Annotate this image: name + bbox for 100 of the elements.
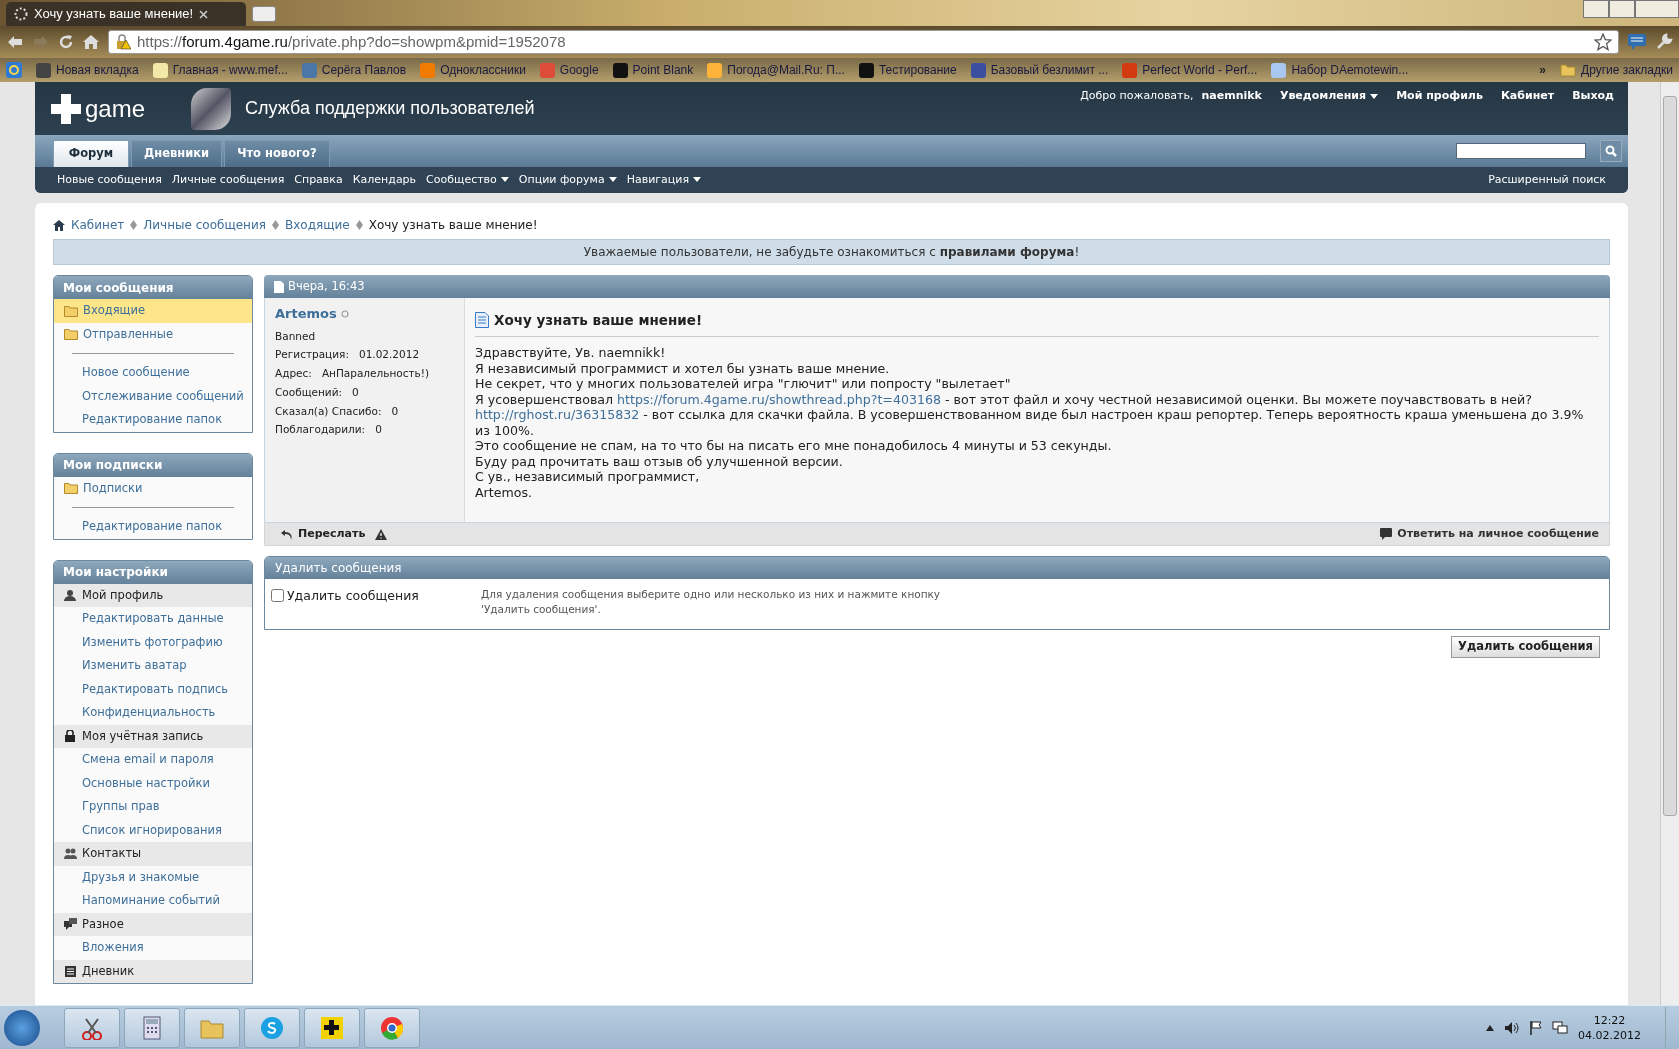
speaker-icon[interactable]: [1504, 1020, 1520, 1035]
sidebar-item[interactable]: Новое сообщение: [54, 361, 252, 385]
sidebar-section[interactable]: Контакты: [54, 842, 252, 866]
subnav-link[interactable]: Новые сообщения: [57, 171, 162, 189]
search-button[interactable]: [1600, 140, 1622, 162]
bookmark[interactable]: Серёга Павлов: [301, 61, 407, 79]
sidebar-item[interactable]: Редактировать данные: [54, 607, 252, 631]
logo-icon: [49, 91, 83, 126]
start-button[interactable]: [4, 1009, 40, 1046]
nav-tab[interactable]: Форум: [53, 140, 129, 167]
network-icon[interactable]: [1552, 1020, 1568, 1035]
clock-date: 04.02.2012: [1578, 1027, 1641, 1043]
subnav-link[interactable]: Сообщество: [426, 171, 509, 189]
sidebar-item[interactable]: Смена email и пароля: [54, 748, 252, 772]
bookmark[interactable]: Базовый безлимит ...: [970, 61, 1109, 79]
close-icon[interactable]: [199, 9, 209, 19]
subnav-link[interactable]: Навигация: [626, 171, 702, 189]
subnav-link[interactable]: Справка: [294, 171, 343, 189]
more-bookmarks-button[interactable]: »: [1539, 61, 1547, 79]
scroll-thumb[interactable]: [1663, 96, 1677, 816]
sidebar-item[interactable]: Подписки: [54, 476, 252, 500]
sidebar-item[interactable]: Отправленные: [54, 322, 252, 346]
sidebar-item[interactable]: Редактировать подпись: [54, 677, 252, 701]
search-field[interactable]: [1456, 143, 1586, 159]
warning-icon[interactable]: [375, 528, 388, 540]
favicon-icon: [707, 62, 723, 78]
flag-icon[interactable]: [1530, 1020, 1542, 1035]
header-link[interactable]: Выход: [1572, 88, 1614, 105]
sidebar-item[interactable]: Входящие: [54, 299, 252, 323]
bookmark[interactable]: Одноклассники: [420, 61, 526, 79]
maximize-button[interactable]: [1609, 0, 1635, 18]
breadcrumb-link[interactable]: Входящие: [284, 216, 350, 234]
delete-checkbox[interactable]: [271, 589, 284, 603]
message-link[interactable]: https://forum.4game.ru/showthread.php?t=403168: [617, 391, 941, 407]
reply-link[interactable]: Ответить на личное сообщение: [1380, 526, 1599, 543]
breadcrumb-link[interactable]: Личные сообщения: [143, 216, 266, 234]
sidebar-item[interactable]: Список игнорирования: [54, 818, 252, 842]
bookmark[interactable]: Погода@Mail.Ru: П...: [707, 61, 845, 79]
browser-tab[interactable]: Хочу узнать ваше мнение!: [6, 2, 246, 26]
logo-text: game: [85, 93, 146, 124]
sidebar-section[interactable]: Мой профиль: [54, 583, 252, 607]
bookmark[interactable]: Набор DAemotewin...: [1271, 61, 1409, 79]
sidebar-item[interactable]: Редактирование папок: [54, 408, 252, 432]
message-line: Не секрет, что у многих пользователей игра "глючит" или попросту "вылетает": [475, 376, 1012, 392]
reload-icon[interactable]: [58, 34, 74, 50]
sidebar-item[interactable]: Друзья и знакомые: [54, 865, 252, 889]
favicon-icon: [1122, 62, 1138, 78]
bookmark[interactable]: Point Blank: [612, 61, 694, 79]
subnav-link[interactable]: Личные сообщения: [171, 171, 285, 189]
username-link[interactable]: naemnikk: [1201, 88, 1262, 105]
subnav-link[interactable]: Опции форума: [518, 171, 617, 189]
close-button[interactable]: [1635, 0, 1679, 18]
sidebar-item[interactable]: Вложения: [54, 936, 252, 960]
stat-label: Регистрация:: [275, 347, 349, 363]
sidebar-section[interactable]: Дневник: [54, 959, 252, 983]
message-link[interactable]: http://rghost.ru/36315832: [475, 407, 640, 423]
minimize-button[interactable]: [1583, 0, 1609, 18]
scrollbar[interactable]: [1660, 82, 1679, 1005]
home-icon[interactable]: [82, 34, 100, 50]
back-icon[interactable]: [6, 34, 24, 50]
page-menu-icon[interactable]: [1627, 33, 1647, 51]
header-link[interactable]: Мой профиль: [1396, 88, 1483, 105]
bookmark[interactable]: Google: [539, 61, 599, 79]
taskbar-button[interactable]: [304, 1007, 360, 1048]
new-tab-button[interactable]: [252, 6, 276, 22]
sidebar-item[interactable]: Основные настройки: [54, 771, 252, 795]
lock-warning-icon: [115, 34, 131, 50]
sidebar-item[interactable]: Группы прав: [54, 795, 252, 819]
bookmark[interactable]: Главная - www.mef...: [152, 61, 288, 79]
header-link[interactable]: Кабинет: [1500, 88, 1555, 105]
sidebar-item[interactable]: Напоминание событий: [54, 889, 252, 913]
stat-label: Поблагодарили:: [275, 422, 366, 438]
breadcrumb-link[interactable]: Кабинет: [71, 216, 125, 234]
star-icon[interactable]: [1594, 33, 1612, 51]
wrench-icon[interactable]: [1655, 33, 1673, 51]
bookmark[interactable]: Тестирование: [858, 61, 957, 79]
message-line: Буду рад прочитать ваш отзыв об улучшенной версии.: [475, 453, 844, 470]
address-field[interactable]: https://forum.4game.ru/private.php?do=showpm&pmid=1952078: [108, 30, 1619, 54]
header-link[interactable]: Уведомления: [1279, 88, 1379, 105]
sidebar-item[interactable]: Изменить фотографию: [54, 630, 252, 654]
breadcrumb-current: Хочу узнать ваше мнение!: [368, 217, 538, 234]
sidebar-item[interactable]: Отслеживание сообщений: [54, 384, 252, 408]
sidebar-item[interactable]: Изменить аватар: [54, 654, 252, 678]
subnav-link[interactable]: Календарь: [352, 171, 417, 189]
sidebar-section[interactable]: Разное: [54, 912, 252, 936]
forward-link[interactable]: Переслать: [281, 526, 366, 543]
author-link[interactable]: Artemos: [275, 304, 337, 324]
up-arrow-icon[interactable]: [1486, 1024, 1494, 1031]
stat-value: 0: [391, 403, 399, 419]
nav-tab[interactable]: Что нового?: [224, 140, 330, 167]
sidebar-item[interactable]: Конфиденциальность: [54, 701, 252, 725]
bookmark[interactable]: Perfect World - Perf...: [1122, 61, 1258, 79]
nav-tab[interactable]: Дневники: [131, 140, 223, 167]
other-bookmarks[interactable]: Другие закладки: [1560, 61, 1673, 79]
advanced-search-link[interactable]: Расширенный поиск: [1488, 171, 1606, 189]
sidebar-item[interactable]: Редактирование папок: [54, 515, 252, 539]
mail-icon[interactable]: [6, 62, 22, 78]
bookmark[interactable]: Новая вкладка: [36, 61, 139, 79]
sidebar-section[interactable]: Моя учётная запись: [54, 724, 252, 748]
delete-button[interactable]: Удалить сообщения: [1451, 636, 1600, 658]
